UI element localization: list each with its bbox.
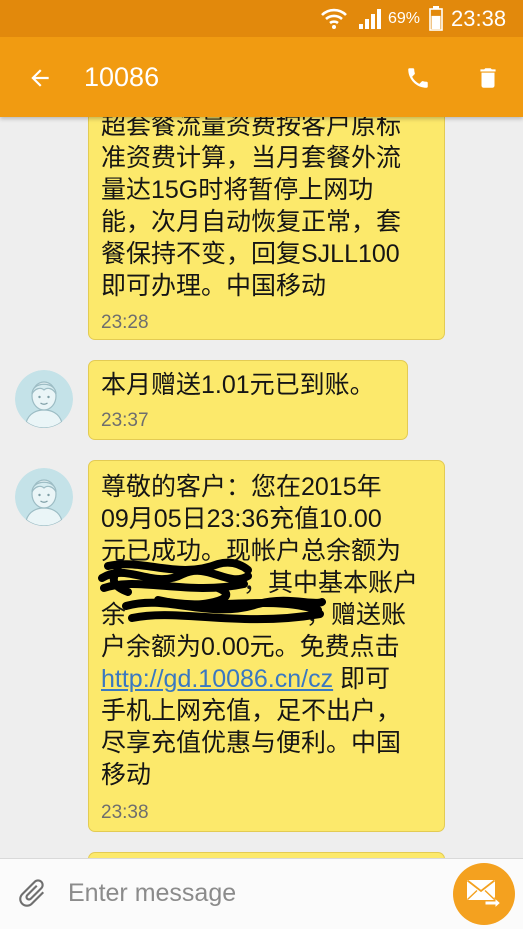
message-text: 超套餐流量资费按客户原标 (101, 117, 402, 140)
person-avatar-icon (15, 370, 73, 428)
send-envelope-icon (466, 879, 502, 909)
message-text: 准资费计算，当月套餐外流 (101, 144, 402, 172)
message-text: 即可办理。中国移动 (101, 272, 327, 300)
message-bubble[interactable]: 尊敬的客户：您在2015年 09月05日23:36充值10.00 元已成功。现帐… (88, 460, 445, 832)
redaction-scribble (98, 558, 326, 624)
battery-icon (429, 6, 443, 31)
wifi-icon (321, 8, 347, 29)
send-button[interactable] (453, 863, 515, 925)
message-text: 即可 (333, 665, 391, 693)
message-text: 尊敬的客户：您在2015年 (101, 473, 382, 501)
message-list[interactable]: 超套餐流量资费按客户原标 准资费计算，当月套餐外流 量达15G时将暂停上网功 能… (0, 117, 523, 858)
signal-icon (359, 9, 381, 29)
back-button[interactable] (20, 58, 60, 98)
message-text: 量达15G时将暂停上网功 (101, 176, 374, 204)
message-time: 23:28 (101, 312, 149, 333)
conversation-title: 10086 (84, 62, 160, 92)
message-text: 手机上网充值，足不出户， (101, 697, 402, 725)
message-text: 户余额为0.00元。免费点击 (101, 633, 400, 661)
call-button[interactable] (398, 58, 438, 98)
contact-avatar[interactable] (15, 370, 73, 428)
person-avatar-icon (15, 468, 73, 526)
status-clock: 23:38 (451, 6, 507, 31)
composer-bar (0, 858, 523, 929)
recharge-link[interactable]: http://gd.10086.cn/cz (101, 665, 333, 693)
app-bar: 10086 (0, 37, 523, 117)
message-text: 尽享充值优惠与便利。中国 (101, 729, 402, 757)
message-bubble[interactable]: 本月赠送1.01元已到账。 23:37 (88, 360, 408, 440)
message-time: 23:38 (101, 802, 149, 823)
attach-button[interactable] (12, 873, 52, 913)
status-bar: 69% 23:38 (0, 0, 523, 37)
arrow-back-icon (31, 69, 49, 87)
message-text: 能，次月自动恢复正常，套 (101, 208, 402, 236)
delete-button[interactable] (468, 58, 508, 98)
battery-percent: 69% (388, 10, 421, 27)
message-text: 09月05日23:36充值10.00 (101, 505, 382, 533)
phone-icon (408, 68, 428, 88)
message-text: 本月赠送1.01元已到账。 (101, 371, 375, 399)
message-input[interactable] (60, 873, 440, 913)
delete-icon (480, 68, 496, 88)
message-line: http://gd.10086.cn/cz 即可 (101, 663, 432, 695)
message-text: 餐保持不变，回复SJLL100 (101, 240, 400, 268)
message-text: 移动 (101, 761, 152, 789)
message-bubble[interactable]: 超套餐流量资费按客户原标 准资费计算，当月套餐外流 量达15G时将暂停上网功 能… (88, 117, 445, 340)
paperclip-icon (19, 879, 45, 907)
contact-avatar[interactable] (15, 468, 73, 526)
message-time: 23:37 (101, 410, 149, 431)
